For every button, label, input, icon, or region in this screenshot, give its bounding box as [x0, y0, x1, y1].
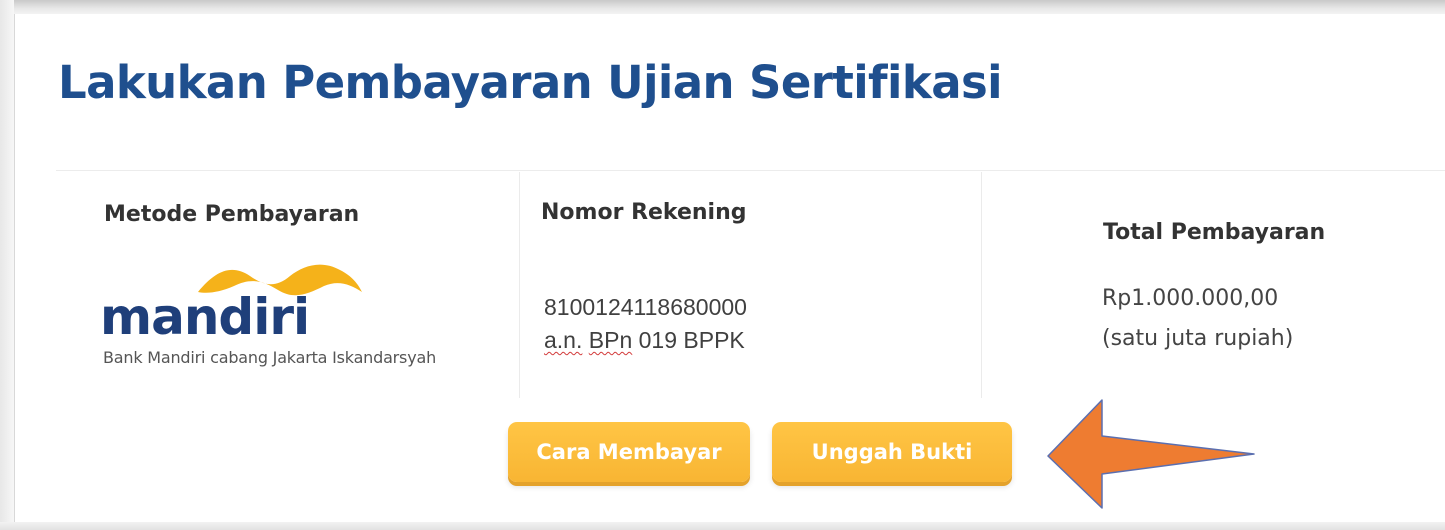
account-number-header: Nomor Rekening	[541, 200, 747, 225]
column-divider-2	[981, 172, 982, 398]
arrow-left-icon	[1047, 399, 1255, 509]
upload-proof-button[interactable]: Unggah Bukti	[772, 422, 1012, 482]
total-amount: Rp1.000.000,00	[1102, 286, 1279, 311]
account-holder: a.n. BPn 019 BPPK	[544, 327, 745, 354]
window-left-edge	[0, 0, 14, 530]
how-to-pay-button[interactable]: Cara Membayar	[508, 422, 750, 482]
column-divider-1	[519, 172, 520, 398]
bank-mandiri-logo: mandiri	[100, 264, 362, 342]
total-amount-words: (satu juta rupiah)	[1102, 326, 1294, 351]
window-top-shadow	[0, 0, 1445, 14]
bank-branch-label: Bank Mandiri cabang Jakarta Iskandarsyah	[103, 348, 437, 367]
account-holder-prefix: a.n.	[544, 327, 583, 353]
mandiri-wordmark: mandiri	[100, 288, 309, 342]
header-divider	[56, 170, 1445, 171]
payment-method-header: Metode Pembayaran	[104, 202, 360, 227]
account-number-value: 8100124118680000	[544, 294, 747, 320]
page-title: Lakukan Pembayaran Ujian Sertifikasi	[58, 56, 1003, 109]
account-holder-abbrev: BPn	[588, 327, 633, 353]
account-holder-rest: 019 BPPK	[638, 327, 745, 353]
window-bottom-edge	[0, 522, 1445, 530]
total-payment-header: Total Pembayaran	[1103, 220, 1326, 245]
